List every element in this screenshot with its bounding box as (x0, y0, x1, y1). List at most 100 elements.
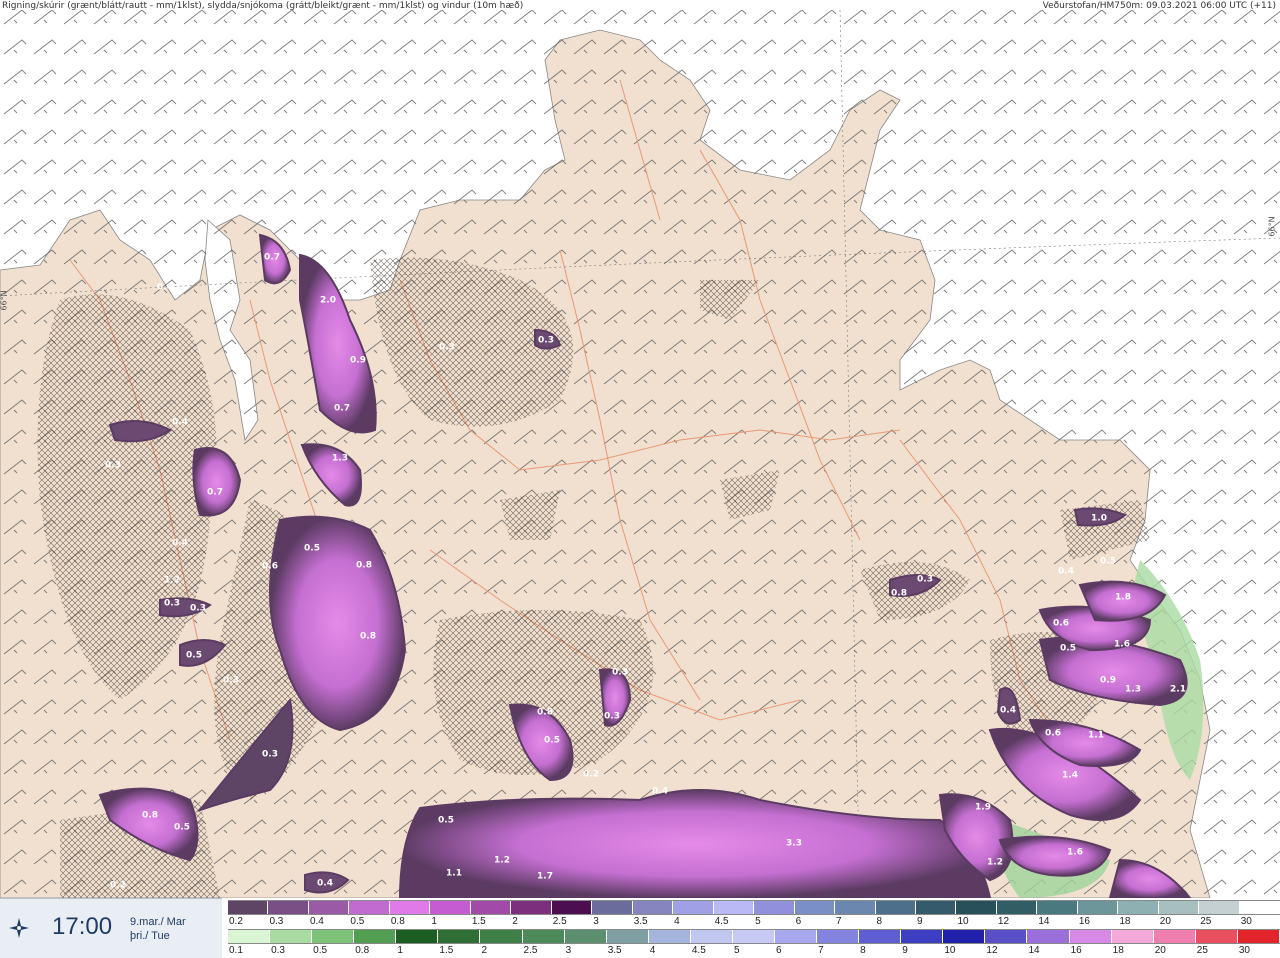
precip-label: 0.5 (186, 651, 202, 661)
scale-label: 0.2 (229, 916, 243, 927)
scale-label: 0.4 (309, 916, 324, 927)
scale-label: 3.5 (607, 945, 622, 956)
precip-label: 0.3 (164, 599, 180, 609)
precip-label: 1.4 (1062, 771, 1078, 781)
scale-label: 2.5 (552, 916, 567, 927)
scale-label: 18 (1112, 945, 1124, 956)
precip-label: 1.3 (332, 454, 348, 464)
precip-label: 1.1 (446, 869, 462, 879)
scale-label: 0.5 (313, 945, 328, 956)
scale-label: 16 (1070, 945, 1082, 956)
scale-swatch (438, 930, 481, 943)
scale-swatch (673, 901, 714, 914)
scale-swatch (564, 930, 607, 943)
scale-swatch (875, 901, 916, 914)
time-panel: 17:00 9.mar./ Mar þri./ Tue (0, 898, 222, 958)
scale-swatch (389, 901, 431, 914)
scale-swatch (1158, 901, 1200, 914)
scale-label: 14 (1028, 945, 1040, 956)
precip-label: 0.3 (917, 575, 933, 585)
scale-label: 7 (818, 945, 824, 956)
scale-label: 4.5 (714, 916, 729, 927)
scale-label: 16 (1078, 916, 1090, 927)
wind-compass-icon[interactable] (6, 915, 32, 941)
precip-label: 0.2 (110, 881, 126, 891)
snowfall-color-scale: 0.2 0.3 0.4 0.5 0.8 1 1.5 2 2.5 3 3.5 4 4.5 5 6 7 8 9 10 12… (228, 900, 1280, 928)
scale-label: 3 (593, 916, 599, 927)
scale-label: 18 (1119, 916, 1131, 927)
scale-label: 0.3 (271, 945, 285, 956)
scale-swatch (996, 901, 1038, 914)
scale-label: 4.5 (691, 945, 706, 956)
rainfall-scale-labels: 0.1 0.3 0.5 0.8 1 1.5 2 2.5 3 3.5 4 4.5 5 6 7 8 9 10 12 14 1… (228, 944, 1280, 958)
precip-label: 3.3 (786, 839, 802, 849)
latitude-label-right: 66°N (1267, 216, 1277, 237)
scale-swatch (1153, 930, 1196, 943)
scale-label: 8 (876, 916, 883, 927)
scale-label: 12 (986, 945, 998, 956)
precip-label: 0.8 (891, 589, 907, 599)
scale-swatch (915, 901, 957, 914)
precip-label: 1.0 (1091, 514, 1107, 524)
scale-swatch (606, 930, 649, 943)
scale-swatch (480, 930, 523, 943)
map-title: Rigning/skúrir (grænt/blátt/rautt - mm/1… (2, 1, 524, 11)
precip-label: 0.7 (334, 404, 350, 414)
scale-label: 2 (512, 916, 518, 927)
precip-label: 0.5 (1060, 644, 1076, 654)
scale-swatch (511, 901, 552, 914)
precip-label: 0.2 (583, 770, 599, 780)
scale-label: 7 (836, 916, 842, 927)
scale-label: 6 (795, 916, 802, 927)
model-run-info: Veðurstofan/HM750m: 09.03.2021 06:00 UTC… (1042, 1, 1276, 11)
scale-label: 1.5 (439, 945, 454, 956)
latitude-label-left: 66°N (0, 290, 9, 311)
weather-map[interactable]: 0.7 2.0 0.9 0.7 1.3 0.4 0.7 0.5 0.6 0.8 … (0, 0, 1280, 898)
scale-swatch (835, 901, 876, 914)
scale-swatch (985, 930, 1028, 943)
forecast-date: 9.mar./ Mar (130, 916, 186, 928)
precip-label: 0.3 (223, 676, 239, 686)
scale-label: 25 (1200, 916, 1212, 927)
scale-swatch (312, 930, 355, 943)
scale-label: 4 (674, 916, 680, 927)
scale-swatch (956, 901, 997, 914)
precip-label: 2.0 (320, 296, 336, 306)
scale-label: 1 (397, 945, 403, 956)
precip-label: 1.8 (1115, 593, 1131, 603)
precip-label: 0.5 (544, 736, 560, 746)
scale-swatch (349, 901, 390, 914)
precip-label: 0.3 (190, 604, 206, 614)
scale-swatch (690, 930, 733, 943)
scale-label: 5 (755, 916, 761, 927)
scale-swatch (754, 901, 795, 914)
precip-label: 0.4 (1058, 567, 1074, 577)
precip-label: 0.5 (1100, 557, 1116, 567)
precip-label: 1.6 (1067, 848, 1083, 858)
scale-swatch (732, 930, 776, 943)
scale-swatch (775, 930, 818, 943)
precip-label: 0.4 (172, 418, 188, 428)
precip-label: 0.6 (262, 562, 278, 572)
rainfall-color-scale: 0.1 0.3 0.5 0.8 1 1.5 2 2.5 3 3.5 4 4.5 5 6 7 8 9 10 12 14 1… (228, 929, 1280, 957)
snowfall-swatches (228, 900, 1280, 915)
scale-swatch (1195, 930, 1238, 943)
precip-label: 0.8 (537, 708, 553, 718)
scale-label: 30 (1238, 945, 1250, 956)
scale-label: 3 (565, 945, 572, 956)
scale-label: 6 (776, 945, 782, 956)
precip-label: 1.9 (975, 803, 991, 813)
scale-label: 0.8 (355, 945, 370, 956)
precip-label: 0.5 (304, 544, 320, 554)
precip-label: 0.9 (1100, 676, 1116, 686)
scale-swatch (901, 930, 944, 943)
scale-swatch (228, 901, 269, 914)
scale-swatch (859, 930, 902, 943)
scale-label: 5 (733, 945, 740, 956)
scale-label: 9 (902, 945, 908, 956)
scale-label: 0.8 (390, 916, 405, 927)
precip-label: 1.6 (1114, 640, 1130, 650)
scale-swatch (1118, 901, 1159, 914)
scale-swatch (1237, 930, 1280, 943)
scale-swatch (551, 901, 593, 914)
